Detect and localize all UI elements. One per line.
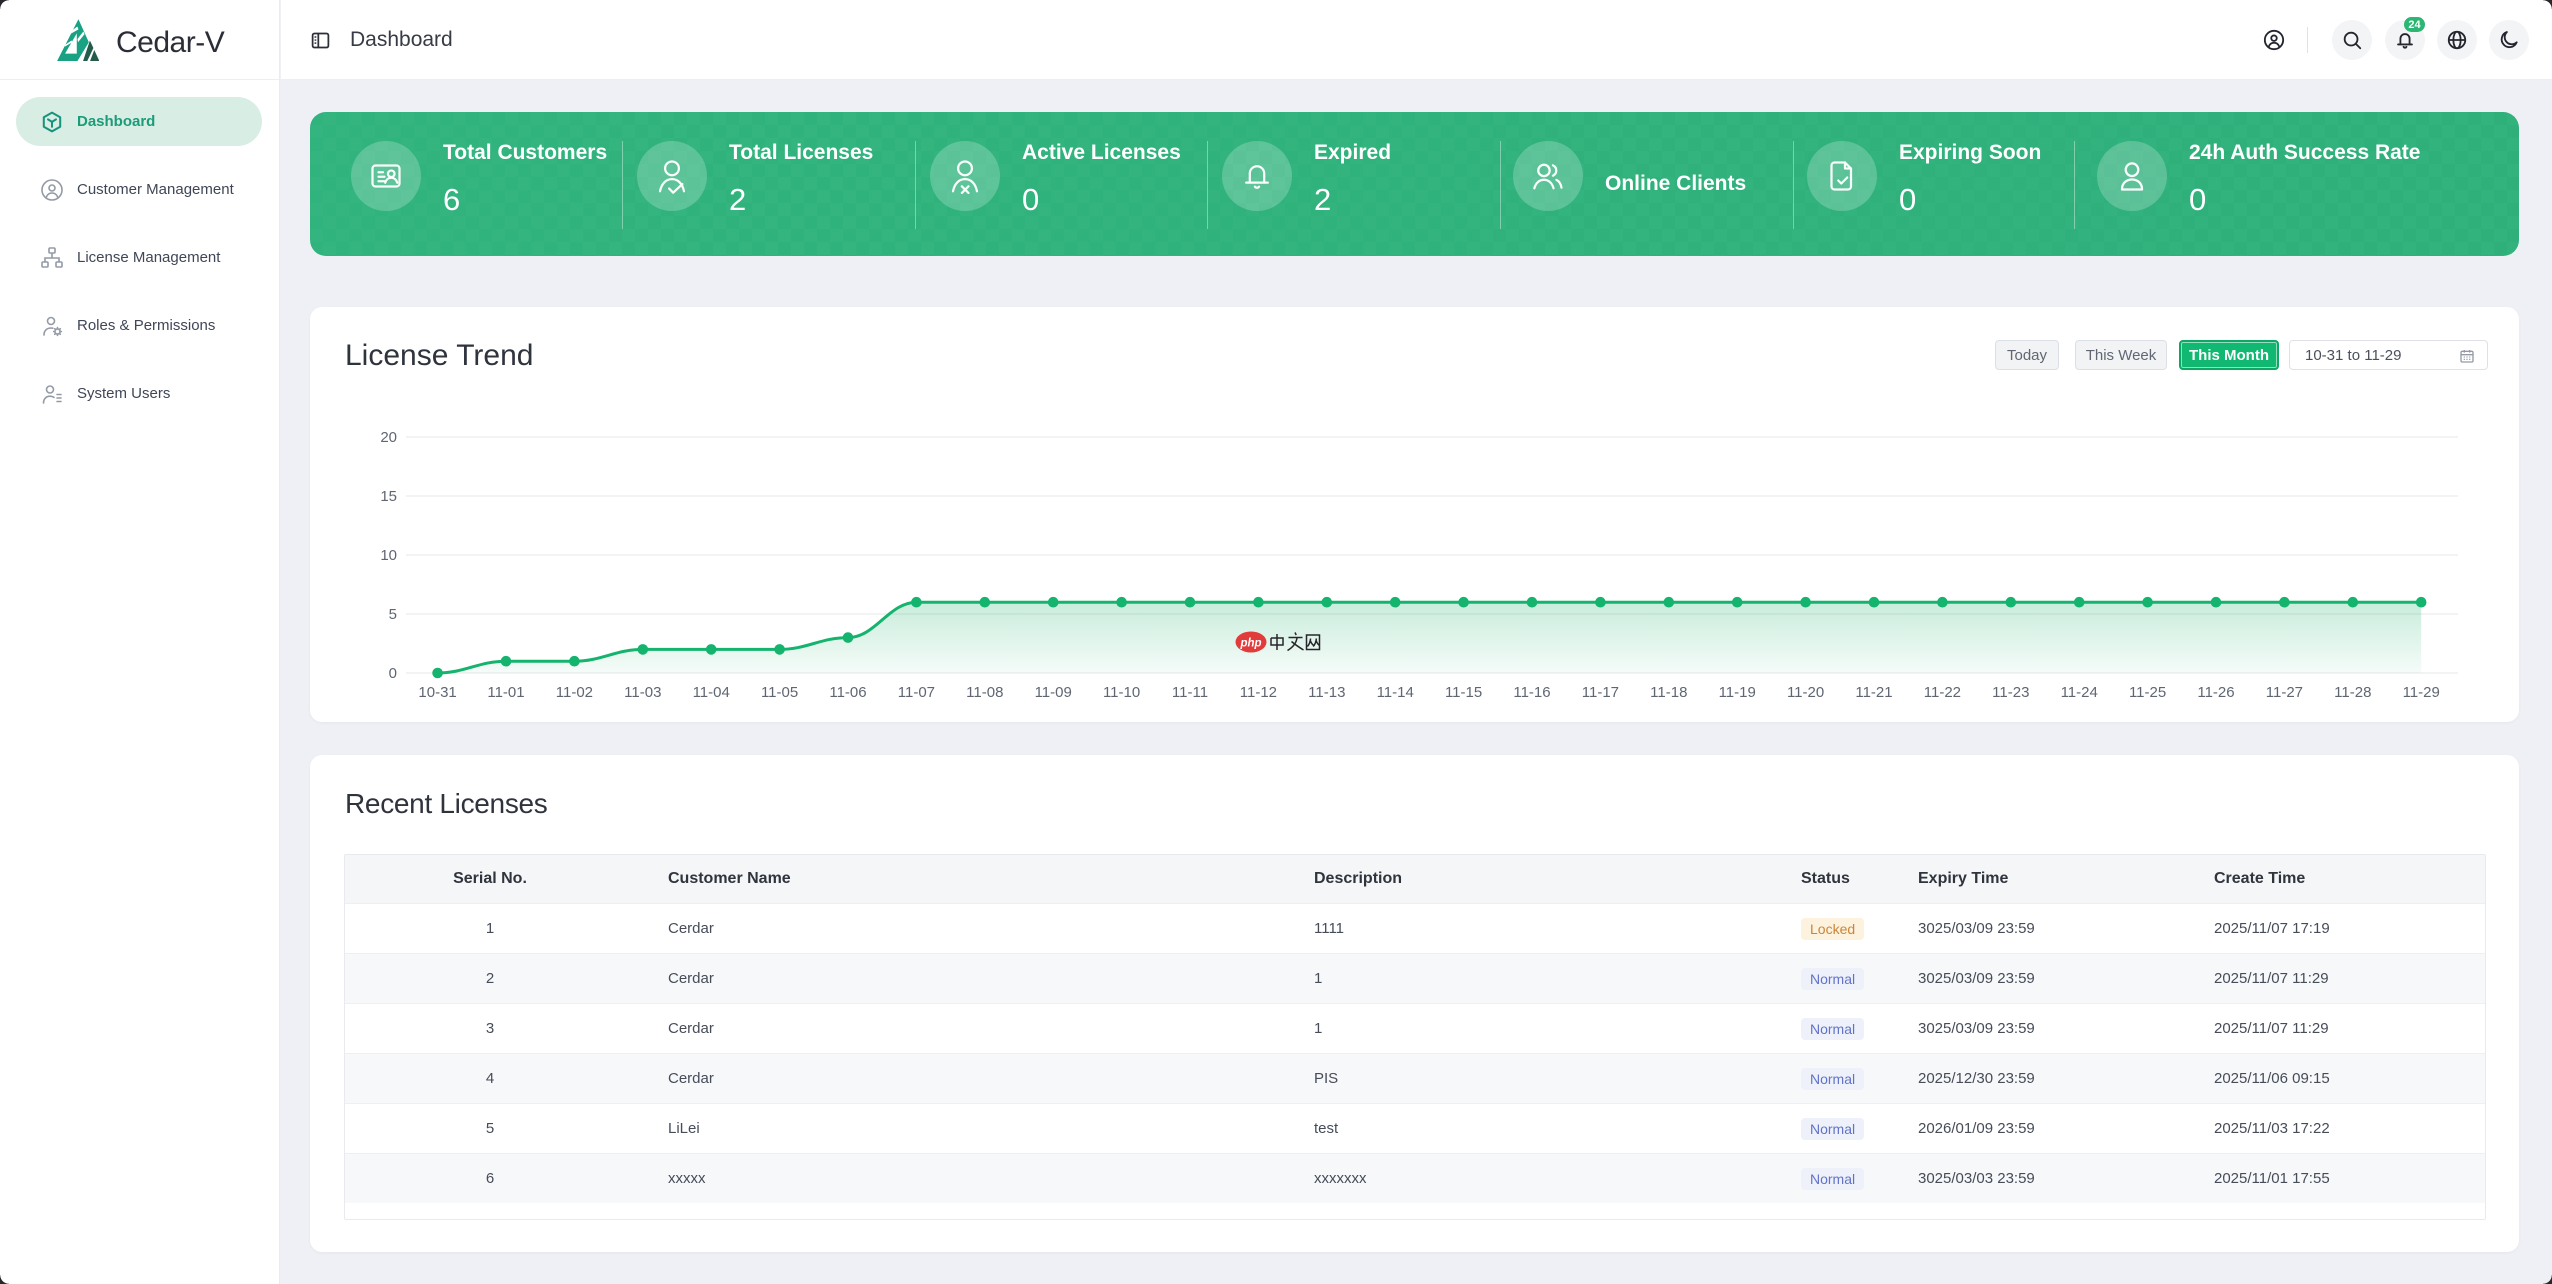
svg-text:11-16: 11-16 xyxy=(1513,684,1550,701)
svg-text:11-17: 11-17 xyxy=(1582,684,1619,701)
svg-text:10-31: 10-31 xyxy=(418,684,456,701)
svg-text:11-25: 11-25 xyxy=(2129,684,2166,701)
svg-text:0: 0 xyxy=(389,665,397,682)
svg-text:10: 10 xyxy=(380,547,397,564)
svg-text:11-20: 11-20 xyxy=(1787,684,1824,701)
svg-text:11-19: 11-19 xyxy=(1719,684,1756,701)
svg-text:11-03: 11-03 xyxy=(624,684,661,701)
svg-text:11-07: 11-07 xyxy=(898,684,935,701)
svg-text:11-05: 11-05 xyxy=(761,684,798,701)
svg-text:11-22: 11-22 xyxy=(1924,684,1961,701)
svg-text:11-12: 11-12 xyxy=(1240,684,1277,701)
svg-text:11-09: 11-09 xyxy=(1035,684,1072,701)
svg-text:11-11: 11-11 xyxy=(1172,684,1208,701)
svg-text:11-27: 11-27 xyxy=(2266,684,2303,701)
svg-text:20: 20 xyxy=(380,429,397,446)
svg-text:11-23: 11-23 xyxy=(1992,684,2029,701)
svg-text:11-21: 11-21 xyxy=(1855,684,1892,701)
svg-text:11-10: 11-10 xyxy=(1103,684,1140,701)
svg-text:11-13: 11-13 xyxy=(1308,684,1345,701)
svg-text:11-28: 11-28 xyxy=(2334,684,2371,701)
svg-text:11-18: 11-18 xyxy=(1650,684,1687,701)
svg-text:11-02: 11-02 xyxy=(556,684,593,701)
svg-text:11-24: 11-24 xyxy=(2061,684,2098,701)
svg-text:11-29: 11-29 xyxy=(2403,684,2440,701)
svg-text:php: php xyxy=(1239,638,1261,650)
svg-text:11-15: 11-15 xyxy=(1445,684,1482,701)
svg-text:11-26: 11-26 xyxy=(2197,684,2234,701)
svg-text:15: 15 xyxy=(380,488,397,505)
svg-text:11-08: 11-08 xyxy=(966,684,1003,701)
svg-text:11-04: 11-04 xyxy=(693,684,730,701)
svg-text:5: 5 xyxy=(389,606,397,623)
svg-text:11-01: 11-01 xyxy=(487,684,524,701)
svg-text:11-14: 11-14 xyxy=(1377,684,1414,701)
svg-text:11-06: 11-06 xyxy=(829,684,866,701)
